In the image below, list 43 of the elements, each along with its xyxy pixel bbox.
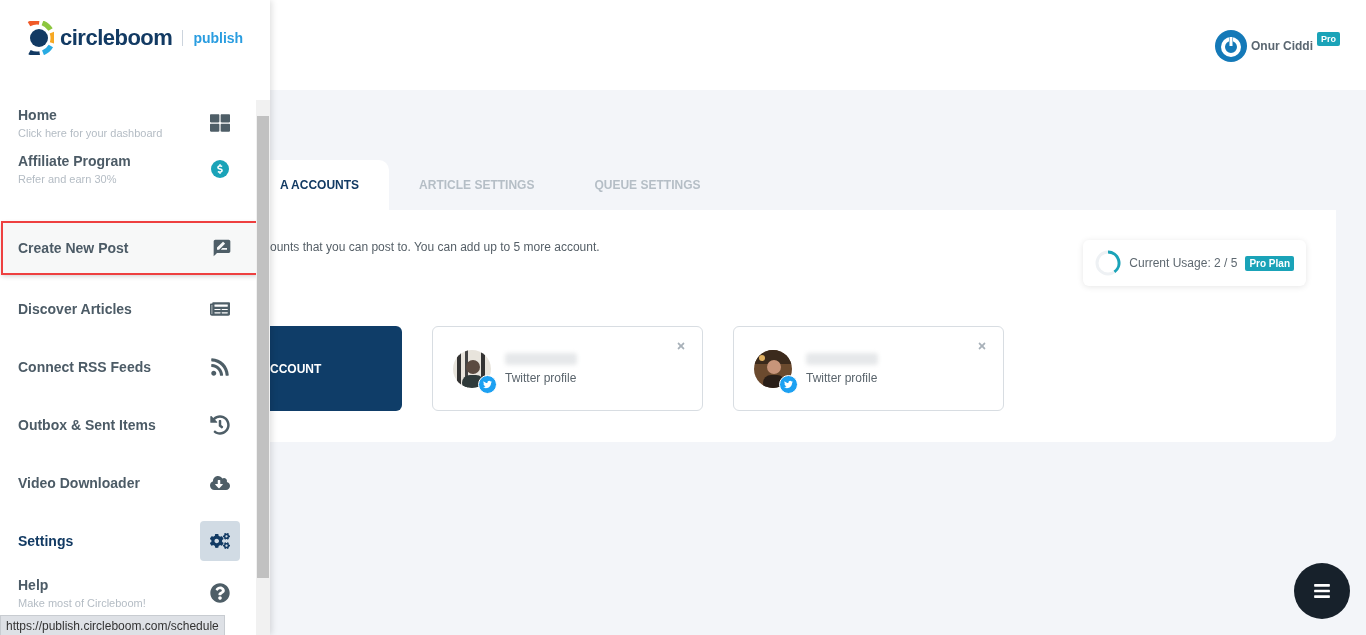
tab[interactable]: A ACCOUNTS <box>270 160 390 210</box>
sidebar-item[interactable]: Create New Post <box>2 222 258 274</box>
item-label: Outbox & Sent Items <box>18 417 156 433</box>
item-label: Help <box>18 577 50 593</box>
sidebar-item[interactable]: Connect RSS Feeds <box>0 338 256 396</box>
item-subtitle: Refer and earn 30% <box>18 173 118 185</box>
item-label: Settings <box>18 533 74 549</box>
add-account-button[interactable]: CCOUNT <box>270 326 402 411</box>
usage-text: Current Usage: 2 / 5 <box>1129 256 1238 270</box>
sidebar-item[interactable]: Help Make most of Circleboom! <box>0 570 256 616</box>
item-label: Connect RSS Feeds <box>18 359 152 375</box>
sidebar-item[interactable]: Home Click here for your dashboard <box>0 100 256 146</box>
item-label: Video Downloader <box>18 475 140 491</box>
scrollbar[interactable] <box>256 100 270 635</box>
url-tooltip: https://publish.circleboom.com/schedule <box>0 615 225 635</box>
logo-name: circleboom <box>60 25 173 51</box>
sidebar-item[interactable]: Discover Articles <box>0 280 256 338</box>
item-subtitle: Click here for your dashboard <box>18 127 163 139</box>
info-text: ounts that you can post to. You can add up to 5 more account. <box>270 240 600 254</box>
blurred-name <box>806 352 878 365</box>
plan-badge: Pro Plan <box>1245 255 1294 271</box>
menu-icon <box>1313 582 1331 600</box>
sidebar-item[interactable]: Video Downloader <box>0 454 256 512</box>
sidebar-item[interactable]: Settings <box>0 512 256 570</box>
account-type: Twitter profile <box>806 370 878 385</box>
sidebar-item[interactable]: Affiliate Program Refer and earn 30% <box>0 146 256 192</box>
close-icon[interactable] <box>676 341 686 351</box>
item-label: Home <box>18 107 58 123</box>
sidebar-item[interactable]: Outbox & Sent Items <box>0 396 256 454</box>
user-avatar <box>1215 30 1247 62</box>
usage-ring <box>1095 250 1122 276</box>
account-type: Twitter profile <box>505 370 577 385</box>
dollar-icon <box>211 160 229 178</box>
menu-button[interactable] <box>1294 563 1350 619</box>
item-label: Discover Articles <box>18 301 132 317</box>
item-label: Create New Post <box>18 240 129 256</box>
product-name: publish <box>193 30 244 46</box>
blurred-name <box>505 352 577 365</box>
pro-badge: Pro <box>1317 32 1340 46</box>
user-name[interactable]: Onur Ciddi <box>1251 39 1313 53</box>
close-icon[interactable] <box>977 341 987 351</box>
item-label: Affiliate Program <box>18 153 131 169</box>
item-subtitle: Make most of Circleboom! <box>18 597 146 609</box>
